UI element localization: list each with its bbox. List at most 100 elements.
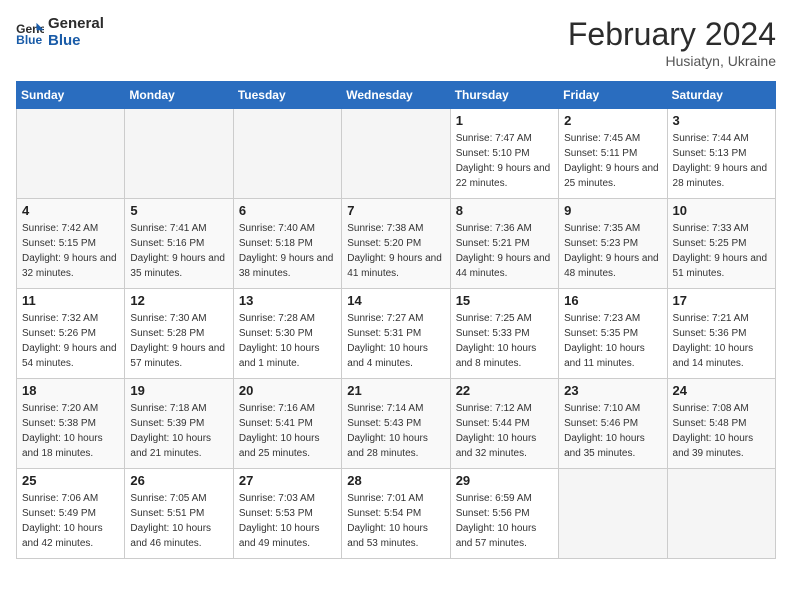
- daylight-label: Daylight: 10 hours and 25 minutes.: [239, 433, 320, 459]
- svg-text:Blue: Blue: [16, 33, 42, 45]
- day-info: Sunrise: 7:01 AMSunset: 5:54 PMDaylight:…: [347, 491, 444, 551]
- sunset-label: Sunset: 5:11 PM: [564, 148, 637, 159]
- calendar-cell: 24Sunrise: 7:08 AMSunset: 5:48 PMDayligh…: [667, 379, 775, 469]
- sunset-label: Sunset: 5:33 PM: [456, 328, 530, 339]
- day-info: Sunrise: 7:27 AMSunset: 5:31 PMDaylight:…: [347, 311, 444, 371]
- sunrise-label: Sunrise: 7:12 AM: [456, 403, 532, 414]
- daylight-label: Daylight: 10 hours and 57 minutes.: [456, 523, 537, 549]
- calendar-cell: [17, 109, 125, 199]
- sunrise-label: Sunrise: 7:20 AM: [22, 403, 98, 414]
- sunset-label: Sunset: 5:21 PM: [456, 238, 530, 249]
- sunrise-label: Sunrise: 7:44 AM: [673, 133, 749, 144]
- calendar-cell: 5 Sunrise: 7:41 AMSunset: 5:16 PMDaylight…: [125, 199, 233, 289]
- calendar-cell: [342, 109, 450, 199]
- daylight-label: Daylight: 9 hours and 51 minutes.: [673, 253, 768, 279]
- sunset-label: Sunset: 5:36 PM: [673, 328, 747, 339]
- sunset-label: Sunset: 5:56 PM: [456, 508, 530, 519]
- calendar-cell: 16 Sunrise: 7:23 AMSunset: 5:35 PMDayligh…: [559, 289, 667, 379]
- sunset-label: Sunset: 5:53 PM: [239, 508, 313, 519]
- daylight-label: Daylight: 9 hours and 44 minutes.: [456, 253, 551, 279]
- day-number: 4: [22, 203, 119, 218]
- sunrise-label: Sunrise: 7:32 AM: [22, 313, 98, 324]
- sunrise-label: Sunrise: 7:33 AM: [673, 223, 749, 234]
- sunrise-label: Sunrise: 7:05 AM: [130, 493, 206, 504]
- sunset-label: Sunset: 5:43 PM: [347, 418, 421, 429]
- sunset-label: Sunset: 5:46 PM: [564, 418, 638, 429]
- sunrise-label: Sunrise: 7:38 AM: [347, 223, 423, 234]
- day-info: Sunrise: 7:23 AMSunset: 5:35 PMDaylight:…: [564, 311, 661, 371]
- daylight-label: Daylight: 10 hours and 14 minutes.: [673, 343, 754, 369]
- sunrise-label: Sunrise: 7:14 AM: [347, 403, 423, 414]
- calendar-cell: 27 Sunrise: 7:03 AMSunset: 5:53 PMDayligh…: [233, 469, 341, 559]
- day-number: 21: [347, 383, 444, 398]
- calendar-cell: 8 Sunrise: 7:36 AM Sunset: 5:21 PM Daylight…: [450, 199, 558, 289]
- sunset-label: Sunset: 5:38 PM: [22, 418, 96, 429]
- col-header-sunday: Sunday: [17, 82, 125, 109]
- day-info: Sunrise: 7:03 AMSunset: 5:53 PMDaylight:…: [239, 491, 336, 551]
- day-number: 15: [456, 293, 553, 308]
- day-number: 17: [673, 293, 770, 308]
- sunrise-label: Sunrise: 7:30 AM: [130, 313, 206, 324]
- day-info: Sunrise: 7:45 AMSunset: 5:11 PMDaylight:…: [564, 131, 661, 191]
- sunset-label: Sunset: 5:30 PM: [239, 328, 313, 339]
- daylight-label: Daylight: 10 hours and 28 minutes.: [347, 433, 428, 459]
- day-number: 6: [239, 203, 336, 218]
- calendar-cell: 9Sunrise: 7:35 AMSunset: 5:23 PMDaylight…: [559, 199, 667, 289]
- day-info: Sunrise: 7:16 AMSunset: 5:41 PMDaylight:…: [239, 401, 336, 461]
- sunrise-label: Sunrise: 7:45 AM: [564, 133, 640, 144]
- day-number: 26: [130, 473, 227, 488]
- daylight-label: Daylight: 9 hours and 54 minutes.: [22, 343, 117, 369]
- day-info: Sunrise: 6:59 AMSunset: 5:56 PMDaylight:…: [456, 491, 553, 551]
- day-info: Sunrise: 7:25 AMSunset: 5:33 PMDaylight:…: [456, 311, 553, 371]
- calendar-cell: 1Sunrise: 7:47 AMSunset: 5:10 PMDaylight…: [450, 109, 558, 199]
- daylight-label: Daylight: 10 hours and 11 minutes.: [564, 343, 645, 369]
- day-info: Sunrise: 7:47 AMSunset: 5:10 PMDaylight:…: [456, 131, 553, 191]
- sunset-label: Sunset: 5:49 PM: [22, 508, 96, 519]
- col-header-saturday: Saturday: [667, 82, 775, 109]
- page-header: General Blue General Blue February 2024 …: [16, 16, 776, 69]
- day-number: 14: [347, 293, 444, 308]
- sunrise-label: Sunrise: 7:06 AM: [22, 493, 98, 504]
- calendar-cell: 29Sunrise: 6:59 AMSunset: 5:56 PMDayligh…: [450, 469, 558, 559]
- day-number: 12: [130, 293, 227, 308]
- day-number: 22: [456, 383, 553, 398]
- sunrise-label: Sunrise: 7:23 AM: [564, 313, 640, 324]
- sunrise-label: Sunrise: 7:36 AM: [456, 223, 532, 234]
- daylight-label: Daylight: 10 hours and 42 minutes.: [22, 523, 103, 549]
- logo-line2: Blue: [48, 33, 104, 50]
- day-info: Sunrise: 7:21 AMSunset: 5:36 PMDaylight:…: [673, 311, 770, 371]
- daylight-label: Daylight: 10 hours and 32 minutes.: [456, 433, 537, 459]
- calendar-cell: 11Sunrise: 7:32 AMSunset: 5:26 PMDayligh…: [17, 289, 125, 379]
- sunrise-label: Sunrise: 7:25 AM: [456, 313, 532, 324]
- sunrise-label: Sunrise: 7:28 AM: [239, 313, 315, 324]
- calendar-cell: 26Sunrise: 7:05 AMSunset: 5:51 PMDayligh…: [125, 469, 233, 559]
- month-title: February 2024: [568, 16, 776, 53]
- daylight-label: Daylight: 10 hours and 46 minutes.: [130, 523, 211, 549]
- sunrise-label: Sunrise: 7:18 AM: [130, 403, 206, 414]
- day-number: 24: [673, 383, 770, 398]
- day-info: Sunrise: 7:41 AMSunset: 5:16 PMDaylight:…: [130, 221, 227, 281]
- daylight-label: Daylight: 10 hours and 39 minutes.: [673, 433, 754, 459]
- calendar-cell: [559, 469, 667, 559]
- sunrise-label: Sunrise: 7:40 AM: [239, 223, 315, 234]
- sunset-label: Sunset: 5:48 PM: [673, 418, 747, 429]
- day-info: Sunrise: 7:32 AMSunset: 5:26 PMDaylight:…: [22, 311, 119, 371]
- day-number: 18: [22, 383, 119, 398]
- day-info: Sunrise: 7:44 AMSunset: 5:13 PMDaylight:…: [673, 131, 770, 191]
- logo-icon: General Blue: [16, 21, 44, 45]
- day-number: 13: [239, 293, 336, 308]
- day-info: Sunrise: 7:14 AM Sunset: 5:43 PM Daylight:…: [347, 401, 444, 461]
- day-number: 16: [564, 293, 661, 308]
- day-number: 27: [239, 473, 336, 488]
- day-number: 8: [456, 203, 553, 218]
- calendar-cell: 10Sunrise: 7:33 AMSunset: 5:25 PMDayligh…: [667, 199, 775, 289]
- calendar-cell: 2Sunrise: 7:45 AMSunset: 5:11 PMDaylight…: [559, 109, 667, 199]
- day-number: 5: [130, 203, 227, 218]
- sunset-label: Sunset: 5:20 PM: [347, 238, 421, 249]
- col-header-tuesday: Tuesday: [233, 82, 341, 109]
- calendar-cell: 17 Sunrise: 7:21 AMSunset: 5:36 PMDayligh…: [667, 289, 775, 379]
- calendar-table: SundayMondayTuesdayWednesdayThursdayFrid…: [16, 81, 776, 559]
- calendar-cell: 7Sunrise: 7:38 AMSunset: 5:20 PMDaylight…: [342, 199, 450, 289]
- calendar-week-3: 11Sunrise: 7:32 AMSunset: 5:26 PMDayligh…: [17, 289, 776, 379]
- sunset-label: Sunset: 5:25 PM: [673, 238, 747, 249]
